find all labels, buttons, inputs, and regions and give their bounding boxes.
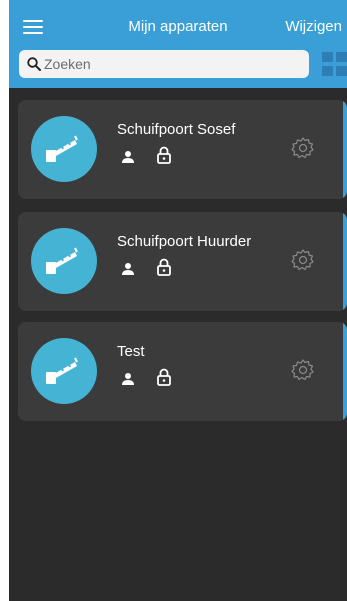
user-icon: [122, 373, 134, 385]
edit-button[interactable]: Wijzigen: [285, 18, 342, 35]
app-screen: Mijn apparaten Wijzigen Zoeken Schuifpoo…: [9, 0, 347, 601]
search-icon: [27, 57, 41, 71]
user-icon: [122, 151, 134, 163]
grid-view-icon[interactable]: [322, 52, 347, 78]
lock-icon: [157, 368, 171, 386]
search-input[interactable]: [44, 56, 294, 72]
user-icon: [122, 263, 134, 275]
gate-barrier-icon: [31, 338, 97, 404]
device-card[interactable]: Schuifpoort Huurder: [18, 212, 347, 311]
gate-barrier-icon: [31, 116, 97, 182]
device-name: Schuifpoort Sosef: [117, 121, 236, 138]
gear-icon[interactable]: [291, 248, 315, 272]
gear-icon[interactable]: [291, 358, 315, 382]
device-card[interactable]: Test: [18, 322, 347, 421]
gear-icon[interactable]: [291, 136, 315, 160]
search-bar[interactable]: [19, 50, 309, 78]
device-card[interactable]: Schuifpoort Sosef: [18, 100, 347, 199]
lock-icon: [157, 258, 171, 276]
device-name: Test: [117, 343, 145, 360]
device-name: Schuifpoort Huurder: [117, 233, 252, 250]
header: Mijn apparaten Wijzigen: [9, 0, 347, 88]
gate-barrier-icon: [31, 228, 97, 294]
lock-icon: [157, 146, 171, 164]
